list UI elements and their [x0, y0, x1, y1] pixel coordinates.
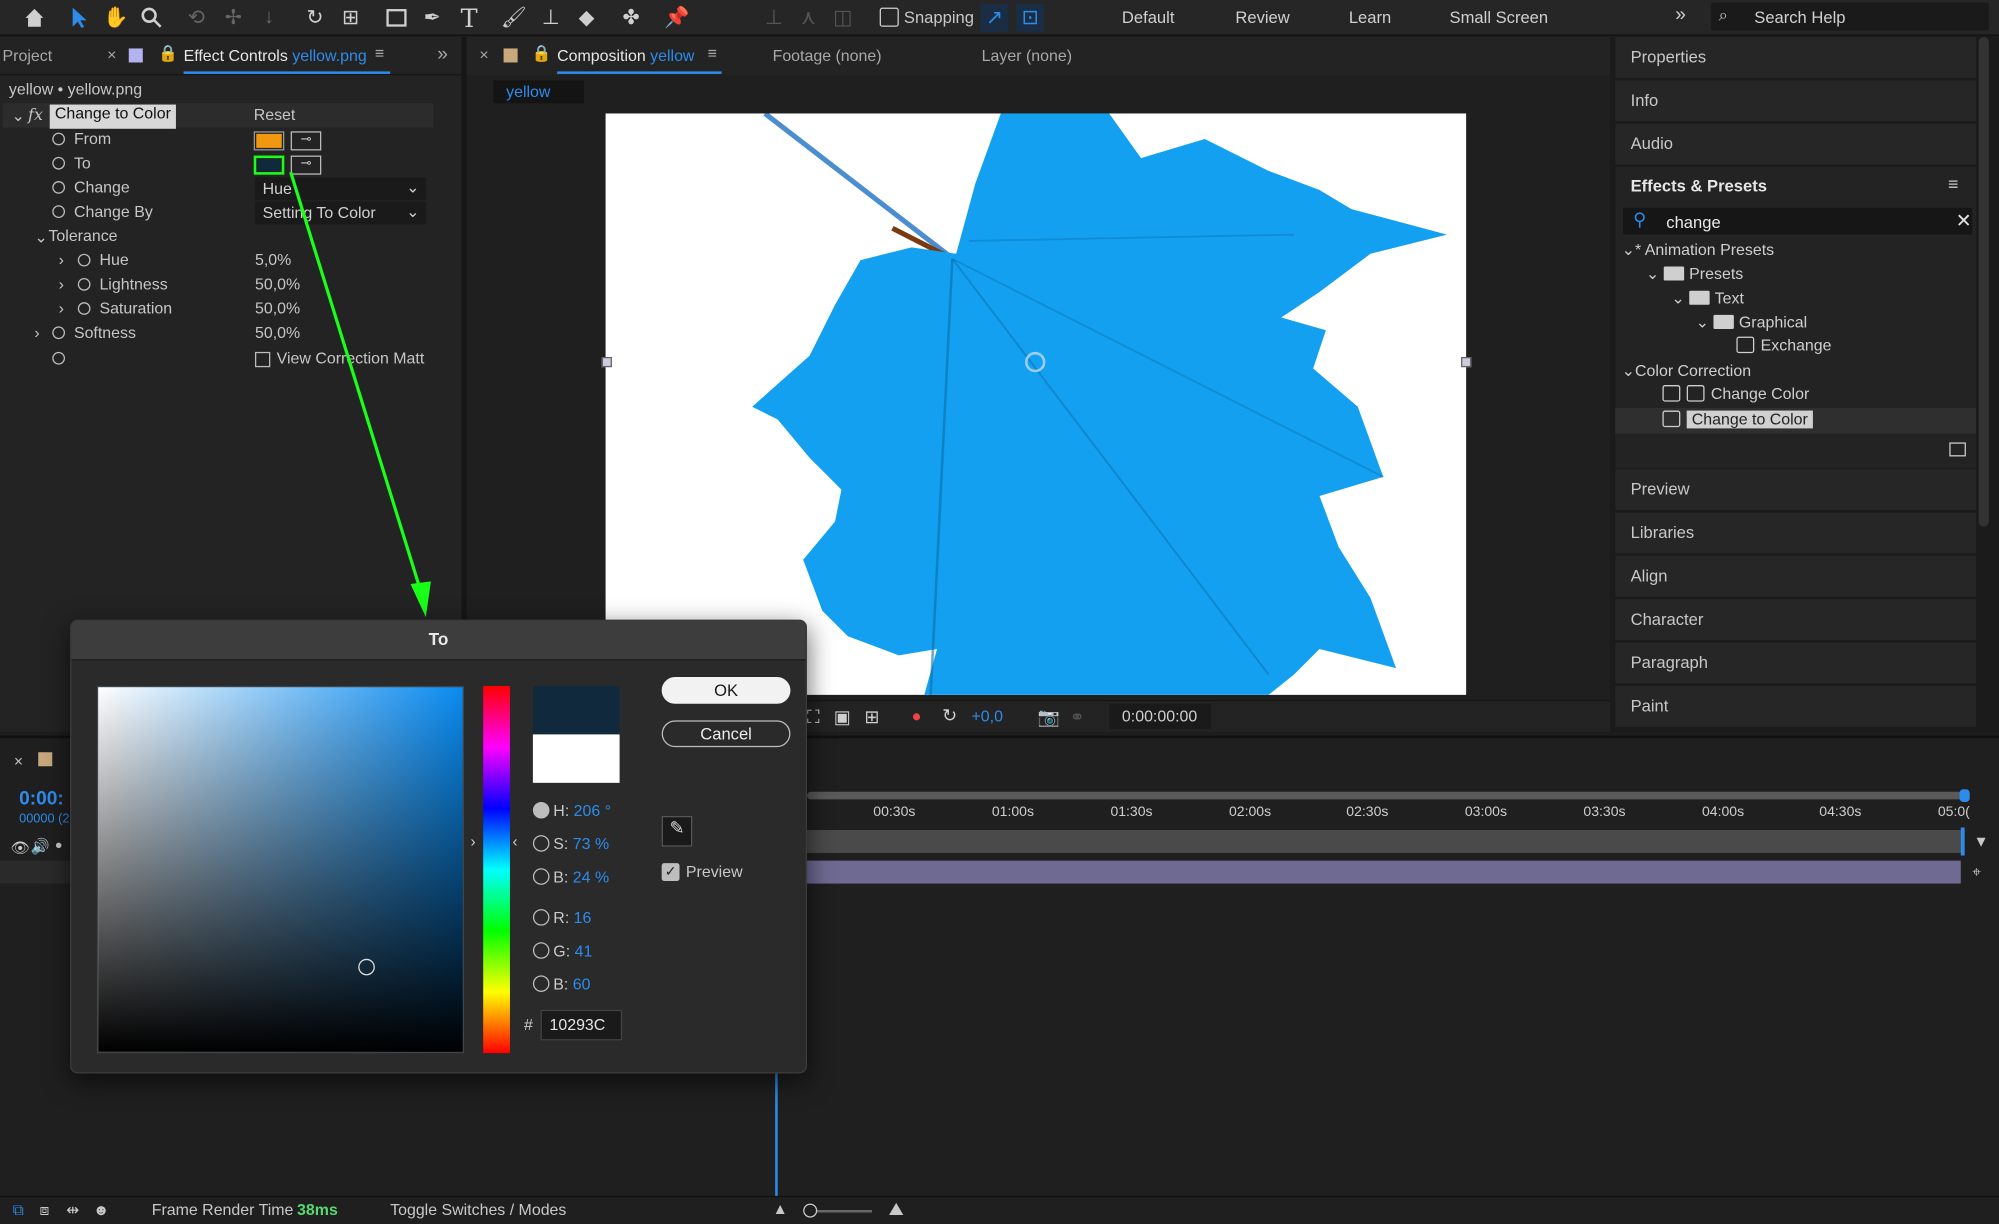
hue-slider-left-arrow: › [470, 832, 476, 851]
preview-checkbox[interactable]: ✓ [661, 863, 680, 882]
cancel-button[interactable]: Cancel [661, 720, 791, 748]
hue-radio [532, 801, 550, 819]
hex-hash-label: # [523, 1016, 533, 1035]
hue-field[interactable]: H: 206 ° [532, 801, 611, 820]
brightness-radio [532, 868, 550, 885]
blue-radio [532, 975, 550, 992]
green-radio [532, 942, 550, 959]
saturation-field[interactable]: S: 73 % [532, 835, 609, 853]
current-color-preview[interactable] [532, 734, 620, 783]
green-field[interactable]: G: 41 [532, 942, 592, 960]
brightness-field[interactable]: B: 24 % [532, 868, 609, 886]
eyedropper-icon[interactable]: ✎ [661, 816, 693, 847]
red-radio [532, 909, 550, 926]
ok-button[interactable]: OK [661, 677, 791, 704]
saturation-radio [532, 835, 550, 852]
saturation-brightness-field[interactable] [96, 685, 465, 1054]
dialog-title: To [71, 620, 806, 661]
blue-field[interactable]: B: 60 [532, 975, 591, 993]
hue-slider[interactable] [483, 685, 510, 1054]
hue-slider-right-arrow: ‹ [512, 832, 518, 851]
new-color-preview [532, 685, 620, 735]
red-field[interactable]: R: 16 [532, 909, 591, 927]
color-picker-dialog: To › ‹ H: 206 ° S: 73 % B: 24 % R: 16 G:… [70, 619, 808, 1074]
hex-input[interactable]: 10293C [540, 1009, 623, 1041]
color-picker-cursor[interactable] [358, 958, 375, 976]
preview-label: Preview [685, 863, 743, 882]
